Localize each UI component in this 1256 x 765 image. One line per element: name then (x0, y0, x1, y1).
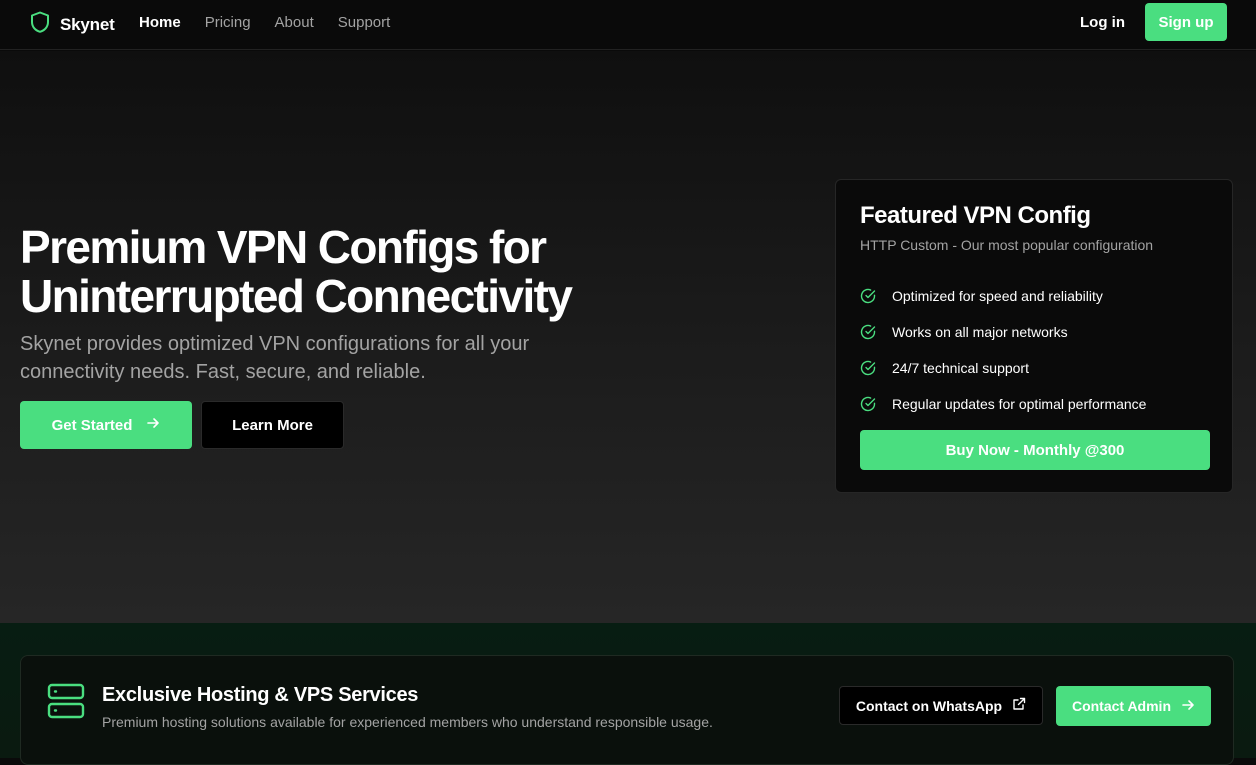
feature-item: Works on all major networks (860, 314, 1146, 350)
check-circle-icon (860, 396, 876, 412)
feature-label: Works on all major networks (892, 324, 1068, 340)
featured-title: Featured VPN Config (860, 202, 1091, 229)
arrow-right-icon (1181, 698, 1195, 715)
hero-title: Premium VPN Configs for Uninterrupted Co… (20, 223, 660, 321)
check-circle-icon (860, 360, 876, 376)
check-circle-icon (860, 288, 876, 304)
hosting-section: Exclusive Hosting & VPS Services Premium… (0, 623, 1256, 765)
hosting-card: Exclusive Hosting & VPS Services Premium… (20, 655, 1234, 765)
nav-link-support[interactable]: Support (338, 14, 391, 31)
contact-whatsapp-button[interactable]: Contact on WhatsApp (839, 686, 1043, 725)
contact-admin-label: Contact Admin (1071, 698, 1172, 714)
hero-title-line-2: Uninterrupted Connectivity (20, 270, 573, 322)
brand-logo[interactable]: Skynet (30, 11, 115, 38)
feature-label: Regular updates for optimal performance (892, 396, 1147, 412)
nav-link-home[interactable]: Home (139, 14, 181, 31)
nav-link-about[interactable]: About (275, 14, 314, 31)
contact-admin-button[interactable]: Contact Admin (1056, 686, 1211, 726)
hero-title-line-1: Premium VPN Configs for (20, 221, 547, 273)
get-started-label: Get Started (51, 416, 133, 434)
signup-button[interactable]: Sign up (1145, 3, 1227, 41)
top-nav: Skynet Home Pricing About Support Log in… (0, 0, 1256, 50)
brand-name: Skynet (60, 14, 115, 34)
hero-section: Premium VPN Configs for Uninterrupted Co… (0, 51, 1256, 623)
nav-link-pricing[interactable]: Pricing (205, 14, 251, 31)
learn-more-button[interactable]: Learn More (201, 401, 344, 449)
hero-subtitle: Skynet provides optimized VPN configurat… (20, 333, 530, 383)
login-link[interactable]: Log in (1080, 14, 1125, 31)
feature-list: Optimized for speed and reliability Work… (860, 278, 1146, 422)
server-icon (47, 682, 85, 725)
get-started-button[interactable]: Get Started (20, 401, 192, 449)
buy-now-button[interactable]: Buy Now - Monthly @300 (860, 430, 1210, 470)
arrow-right-icon (146, 416, 160, 434)
feature-item: Optimized for speed and reliability (860, 278, 1146, 314)
hosting-title: Exclusive Hosting & VPS Services (102, 684, 419, 706)
shield-icon (30, 11, 50, 38)
feature-item: 24/7 technical support (860, 350, 1146, 386)
feature-item: Regular updates for optimal performance (860, 386, 1146, 422)
external-link-icon (1012, 697, 1026, 714)
feature-label: 24/7 technical support (892, 360, 1029, 376)
featured-subtitle: HTTP Custom - Our most popular configura… (860, 237, 1154, 253)
feature-label: Optimized for speed and reliability (892, 288, 1103, 304)
hosting-subtitle: Premium hosting solutions available for … (102, 714, 713, 730)
check-circle-icon (860, 324, 876, 340)
contact-whatsapp-label: Contact on WhatsApp (855, 697, 1003, 714)
featured-config-card: Featured VPN Config HTTP Custom - Our mo… (835, 179, 1233, 493)
nav-links: Home Pricing About Support (139, 0, 390, 44)
